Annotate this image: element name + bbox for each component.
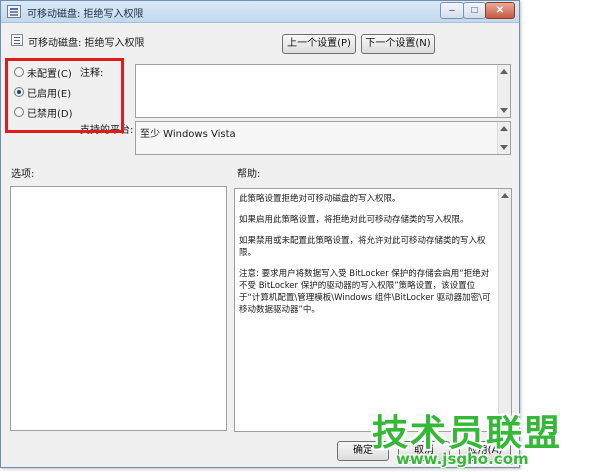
help-paragraph: 如果禁用或未配置此策略设置，将允许对此可移动存储类的写入权限。 <box>239 236 486 258</box>
radio-group-highlight <box>5 58 124 133</box>
scroll-up-icon[interactable] <box>501 193 509 198</box>
next-setting-button[interactable]: 下一个设置(N) <box>361 34 435 54</box>
title-bar[interactable]: 可移动磁盘: 拒绝写入权限 – □ ✕ <box>1 1 519 23</box>
policy-icon <box>7 5 21 18</box>
scroll-up-icon[interactable] <box>500 69 508 74</box>
site-watermark: 技术员联盟 www.jsgho.com <box>372 404 597 468</box>
minimize-button[interactable]: – <box>440 2 464 19</box>
setting-icon <box>11 34 23 46</box>
help-paragraph: 注意: 要求用户将数据写入受 BitLocker 保护的存储会启用“拒绝对不受 … <box>239 269 491 315</box>
options-panel <box>10 186 227 431</box>
platform-field: 至少 Windows Vista <box>135 121 511 155</box>
watermark-logo: 技术员联盟 <box>372 413 563 454</box>
help-label: 帮助: <box>237 169 261 180</box>
options-label: 选项: <box>11 169 35 180</box>
maximize-button[interactable]: □ <box>463 2 486 19</box>
comment-scrollbar[interactable] <box>497 65 510 117</box>
help-paragraph: 此策略设置拒绝对可移动磁盘的写入权限。 <box>239 194 401 204</box>
close-button[interactable]: ✕ <box>485 2 515 19</box>
policy-name: 可移动磁盘: 拒绝写入权限 <box>28 38 145 49</box>
platform-scrollbar[interactable] <box>497 122 510 154</box>
help-text: 此策略设置拒绝对可移动磁盘的写入权限。 如果启用此策略设置，将拒绝对此可移动存储… <box>239 193 495 325</box>
prev-setting-button[interactable]: 上一个设置(P) <box>282 34 356 54</box>
platform-value: 至少 Windows Vista <box>140 129 236 140</box>
help-paragraph: 如果启用此策略设置，将拒绝对此可移动存储类的写入权限。 <box>239 215 469 225</box>
help-scrollbar[interactable] <box>498 189 511 431</box>
scroll-down-icon[interactable] <box>500 145 508 150</box>
comment-textarea[interactable] <box>135 64 511 118</box>
scroll-up-icon[interactable] <box>500 126 508 131</box>
help-panel: 此策略设置拒绝对可移动磁盘的写入权限。 如果启用此策略设置，将拒绝对此可移动存储… <box>234 188 512 432</box>
scroll-down-icon[interactable] <box>500 108 508 113</box>
window-title: 可移动磁盘: 拒绝写入权限 <box>27 9 144 20</box>
watermark-url: www.jsgho.com <box>396 450 529 468</box>
